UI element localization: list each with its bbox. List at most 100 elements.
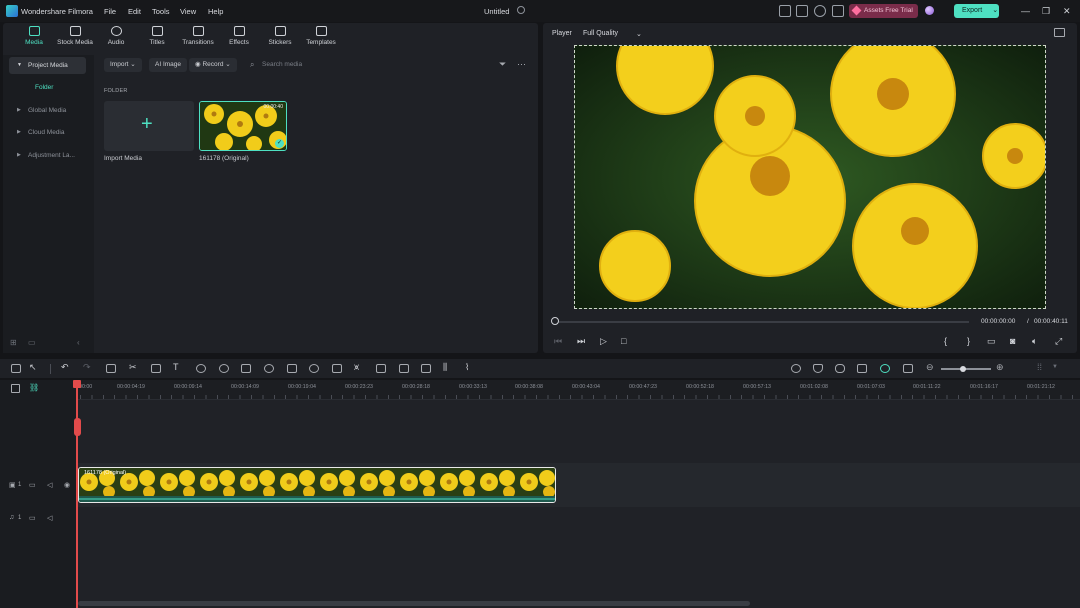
display-icon[interactable]: ▭	[987, 336, 996, 347]
tab-effects[interactable]: Effects	[219, 26, 259, 46]
track-volume-icon[interactable]: ◁	[47, 481, 52, 489]
close-icon[interactable]: ✕	[1063, 6, 1071, 17]
new-folder-icon[interactable]: ⊞	[10, 338, 17, 347]
track-folder-icon[interactable]: ▭	[29, 514, 36, 522]
auto-reframe-icon[interactable]	[287, 364, 297, 373]
split-scissors-icon[interactable]: ✂	[129, 362, 139, 372]
tab-stickers[interactable]: Stickers	[260, 26, 300, 46]
split-screen-icon[interactable]	[421, 364, 431, 373]
zoom-slider[interactable]	[941, 368, 991, 370]
ai-cutout-icon[interactable]	[399, 364, 409, 373]
tab-audio[interactable]: Audio	[96, 26, 136, 46]
track-folder-icon[interactable]: ▭	[29, 481, 36, 489]
adjust-icon[interactable]	[332, 364, 342, 373]
waveform-icon[interactable]: ⫼	[443, 362, 453, 372]
zoom-slider-handle[interactable]	[960, 366, 966, 372]
tab-media[interactable]: Media	[14, 26, 54, 46]
step-play-icon[interactable]: ⏭	[577, 336, 585, 347]
document-info-icon[interactable]	[517, 6, 525, 14]
playhead[interactable]	[76, 380, 78, 608]
import-button[interactable]: Import ⌄	[104, 58, 142, 72]
chevron-down-icon[interactable]: ⌄	[636, 30, 642, 38]
chevron-down-icon[interactable]: ▼	[1052, 364, 1058, 370]
minimize-icon[interactable]: —	[1021, 6, 1030, 16]
sidebar-item-folder[interactable]: Folder	[35, 84, 53, 91]
speed-icon[interactable]	[196, 364, 206, 373]
ai-image-button[interactable]: AI Image	[149, 58, 188, 72]
sidebar-item-adjustment-layer[interactable]: ▶ Adjustment La...	[9, 147, 86, 164]
add-track-icon[interactable]	[11, 384, 20, 393]
cloud-icon[interactable]	[814, 5, 826, 17]
maximize-icon[interactable]: ❐	[1042, 6, 1050, 17]
mark-out-icon[interactable]: }	[967, 336, 970, 346]
timeline-scrollbar[interactable]	[78, 601, 750, 606]
camera-icon[interactable]: ◙	[1010, 336, 1015, 346]
search-input[interactable]: Search media	[248, 58, 488, 72]
collapse-icon[interactable]: ‹	[77, 338, 80, 347]
sidebar-item-project-media[interactable]: ▼ Project Media	[9, 57, 86, 74]
export-button[interactable]: Export ⌄	[954, 4, 999, 18]
picture-in-picture-icon[interactable]	[903, 364, 913, 373]
scrubber-handle[interactable]	[551, 317, 559, 325]
select-arrow-icon[interactable]: ↖	[29, 362, 39, 372]
group-icon[interactable]	[376, 364, 386, 373]
tab-templates[interactable]: Templates	[301, 26, 341, 46]
track-eye-icon[interactable]: ◉	[64, 481, 70, 489]
stabilize-icon[interactable]	[241, 364, 251, 373]
color-icon[interactable]	[219, 364, 229, 373]
render-icon[interactable]	[791, 364, 801, 373]
microphone-icon[interactable]	[835, 364, 845, 373]
record-button[interactable]: ◉ Record ⌄	[189, 58, 237, 72]
playhead-marker[interactable]	[74, 418, 81, 436]
ruler-tick: 00:00:43:04	[572, 384, 600, 390]
filter-icon[interactable]: ⏷	[499, 59, 506, 70]
redo-icon[interactable]: ↷	[83, 362, 93, 372]
grid-layout-icon[interactable]: ⁞⁞	[1037, 362, 1042, 372]
volume-icon[interactable]: 🔈︎	[1032, 336, 1037, 347]
link-icon[interactable]: ⛓	[29, 383, 39, 392]
menu-edit[interactable]: Edit	[128, 7, 141, 16]
folder-icon[interactable]: ▭	[28, 338, 36, 347]
zoom-out-icon[interactable]: ⊖	[926, 362, 934, 373]
tab-transitions[interactable]: Transitions	[178, 26, 218, 46]
layout-icon[interactable]	[11, 364, 21, 373]
ruler-tick: 00:01:21:12	[1027, 384, 1055, 390]
ai-copilot-icon[interactable]	[857, 364, 867, 373]
sidebar-item-cloud-media[interactable]: ▶ Cloud Media	[9, 124, 86, 141]
sidebar-item-global-media[interactable]: ▶ Global Media	[9, 102, 86, 119]
monitor-icon[interactable]	[779, 5, 791, 17]
snapshot-image-icon[interactable]	[1054, 28, 1065, 37]
quality-select[interactable]: Full Quality	[583, 30, 618, 37]
track-volume-icon[interactable]: ◁	[47, 514, 52, 522]
menu-file[interactable]: File	[104, 7, 116, 16]
text-tool-icon[interactable]: T	[173, 362, 183, 372]
fullscreen-icon[interactable]: ⤢	[1055, 336, 1062, 347]
playhead-handle[interactable]	[73, 380, 81, 388]
undo-icon[interactable]: ↶	[61, 362, 71, 372]
timeline-video-clip[interactable]	[78, 467, 556, 503]
menu-tools[interactable]: Tools	[152, 7, 170, 16]
grid-apps-icon[interactable]	[832, 5, 844, 17]
mark-in-icon[interactable]: {	[944, 336, 947, 346]
crop-icon[interactable]	[151, 364, 161, 373]
more-icon[interactable]: ⋯	[517, 59, 526, 70]
audio-stretch-icon[interactable]: ⩙	[354, 362, 364, 372]
video-preview[interactable]	[574, 45, 1046, 309]
media-clip-thumbnail[interactable]: 00:00:40 ✓	[199, 101, 287, 151]
menu-view[interactable]: View	[180, 7, 196, 16]
tab-stock-media[interactable]: Stock Media	[55, 26, 95, 46]
timer-icon[interactable]	[264, 364, 274, 373]
player-scrubber[interactable]	[555, 321, 969, 323]
delete-icon[interactable]	[106, 364, 116, 373]
tab-titles[interactable]: Titles	[137, 26, 177, 46]
beat-icon[interactable]: ⌇	[465, 362, 475, 372]
mask-icon[interactable]	[309, 364, 319, 373]
save-icon[interactable]	[796, 5, 808, 17]
snap-icon[interactable]	[880, 364, 890, 373]
stop-icon[interactable]: □	[621, 336, 626, 346]
play-icon[interactable]: ▷	[600, 336, 607, 347]
zoom-in-icon[interactable]: ⊕	[996, 362, 1004, 373]
menu-help[interactable]: Help	[208, 7, 223, 16]
avatar[interactable]	[925, 6, 934, 15]
previous-frame-icon[interactable]: ⏮	[554, 336, 562, 347]
